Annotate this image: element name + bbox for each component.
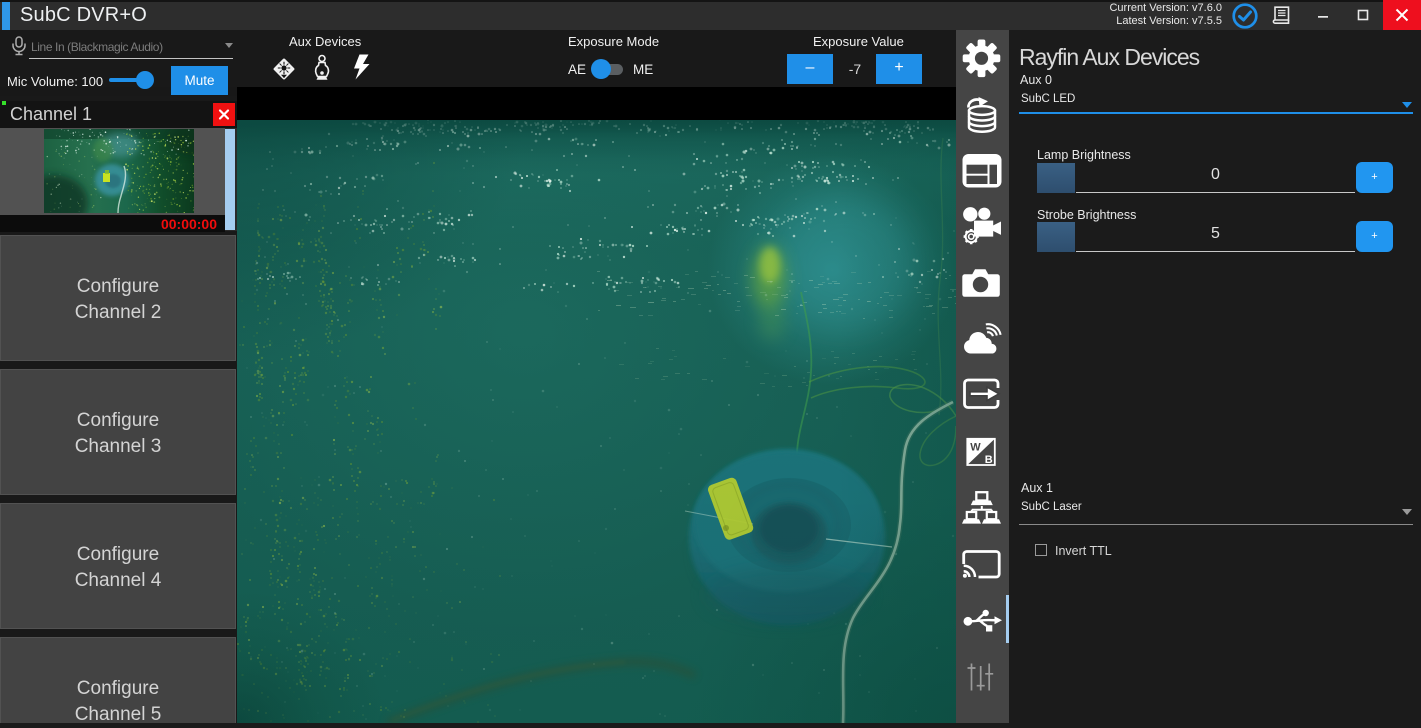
svg-text:B: B — [985, 454, 993, 466]
svg-text:W: W — [970, 442, 981, 454]
